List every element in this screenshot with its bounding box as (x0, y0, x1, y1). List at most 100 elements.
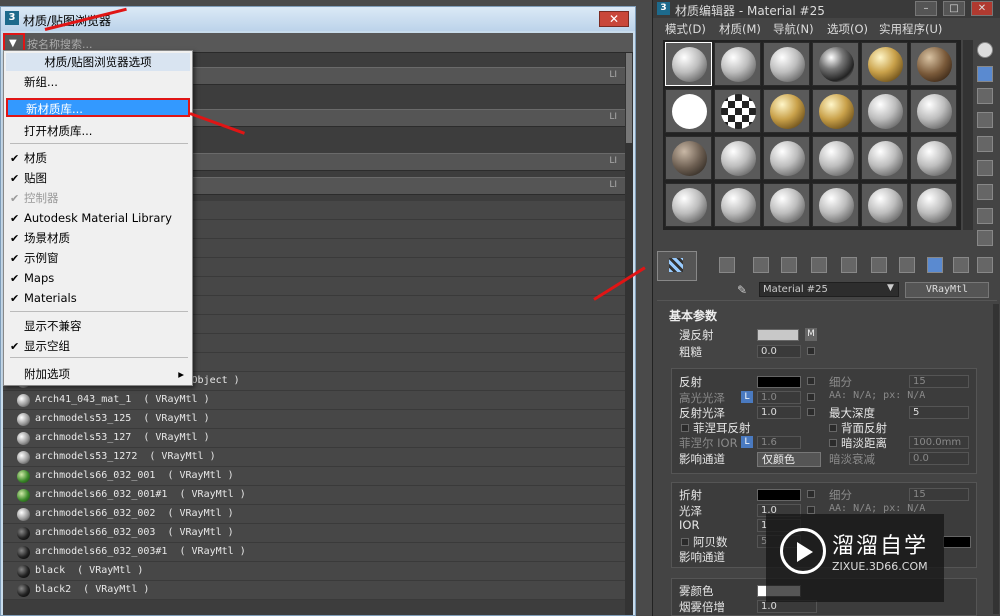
close-button[interactable]: ✕ (599, 11, 629, 27)
sample-slot[interactable] (763, 89, 810, 133)
menu-navigation[interactable]: 导航(N) (773, 21, 814, 37)
chevron-down-icon[interactable]: ▼ (887, 283, 894, 293)
fresnel-ior-spinner[interactable]: 1.6 (757, 436, 801, 449)
video-color-check-icon[interactable] (977, 136, 993, 152)
refr-subdivs-spinner[interactable]: 15 (909, 488, 969, 501)
menu-item[interactable]: ✔ 控制器 (6, 189, 190, 208)
sample-slot[interactable] (812, 42, 859, 86)
slots-scrollbar[interactable] (963, 40, 973, 230)
fresnel-lock-button[interactable]: L (741, 436, 753, 448)
put-to-scene-icon[interactable] (719, 257, 735, 273)
list-item[interactable]: Arch41_043_mat_1 ( VRayMtl ) (3, 391, 625, 410)
go-to-parent-icon[interactable] (953, 257, 969, 273)
sample-uv-tiling-icon[interactable] (977, 112, 993, 128)
sample-slot[interactable] (665, 183, 712, 227)
sample-slot[interactable] (910, 89, 957, 133)
list-item[interactable]: archmodels66_032_001#1 ( VRayMtl ) (3, 486, 625, 505)
sample-slot[interactable] (910, 183, 957, 227)
dim-distance-checkbox[interactable] (829, 439, 837, 447)
abbe-checkbox[interactable] (681, 538, 689, 546)
sample-slot[interactable] (812, 136, 859, 180)
menu-item[interactable]: 打开材质库... (6, 122, 190, 141)
copy-material-icon[interactable] (781, 257, 797, 273)
list-item[interactable]: archmodels66_032_003 ( VRayMtl ) (3, 524, 625, 543)
menu-item[interactable]: 显示不兼容 (6, 317, 190, 336)
max-depth-spinner[interactable]: 5 (909, 406, 969, 419)
sample-slot[interactable] (861, 136, 908, 180)
hilight-gloss-map-button[interactable] (807, 393, 815, 401)
reflect-map-button[interactable] (807, 377, 815, 385)
menu-item[interactable]: ✔ 示例窗 (6, 249, 190, 268)
sample-slot[interactable] (665, 136, 712, 180)
dim-falloff-spinner[interactable]: 0.0 (909, 452, 969, 465)
reset-map-icon[interactable] (753, 257, 769, 273)
menu-item[interactable]: ✔ Autodesk Material Library (6, 209, 190, 228)
minimize-button[interactable]: – (915, 1, 937, 16)
close-button[interactable]: ✕ (971, 1, 993, 16)
affect-channels-select[interactable]: 仅颜色 (757, 452, 821, 467)
sample-slot[interactable] (714, 89, 761, 133)
list-item[interactable]: archmodels53_1272 ( VRayMtl ) (3, 448, 625, 467)
material-id-icon[interactable] (871, 257, 887, 273)
subdivs-spinner[interactable]: 15 (909, 375, 969, 388)
put-to-library-icon[interactable] (841, 257, 857, 273)
menu-item[interactable]: 新组... (6, 73, 190, 92)
sample-slot[interactable] (714, 183, 761, 227)
sample-slot[interactable] (910, 42, 957, 86)
go-forward-sibling-icon[interactable] (977, 257, 993, 273)
sample-slot[interactable] (665, 89, 712, 133)
menu-item[interactable]: ✔ 材质 (6, 149, 190, 168)
sample-type-icon[interactable] (977, 42, 993, 58)
menu-item[interactable]: ✔ 显示空组 (6, 337, 190, 356)
sample-slot[interactable] (763, 136, 810, 180)
params-scrollbar[interactable] (993, 304, 999, 614)
background-icon[interactable] (977, 88, 993, 104)
make-preview-icon[interactable] (977, 160, 993, 176)
material-map-navigator-icon[interactable] (977, 230, 993, 246)
list-item[interactable]: archmodels66_032_003#1 ( VRayMtl ) (3, 543, 625, 562)
list-item[interactable]: black ( VRayMtl ) (3, 562, 625, 581)
menu-item[interactable]: 新材质库... (6, 98, 190, 117)
menu-item[interactable]: ✔ Maps (6, 269, 190, 288)
sample-slot[interactable] (714, 42, 761, 86)
diffuse-color-swatch[interactable] (757, 329, 799, 341)
sample-slot[interactable] (861, 42, 908, 86)
lock-button[interactable]: L (741, 391, 753, 403)
menu-item[interactable]: ✔ Materials (6, 289, 190, 308)
show-end-result-icon[interactable] (927, 257, 943, 273)
sample-slot[interactable] (714, 136, 761, 180)
list-item[interactable]: archmodels53_127 ( VRayMtl ) (3, 429, 625, 448)
show-shaded-icon[interactable] (899, 257, 915, 273)
menu-options[interactable]: 选项(O) (827, 21, 868, 37)
eyedropper-icon[interactable]: ✎ (737, 283, 747, 297)
rollout-basic-params[interactable]: 基本参数 (669, 307, 717, 324)
get-material-button[interactable] (657, 251, 697, 281)
scrollbar-thumb[interactable] (626, 53, 632, 143)
sample-slot[interactable] (665, 42, 712, 86)
list-item[interactable]: archmodels66_032_002 ( VRayMtl ) (3, 505, 625, 524)
sample-slot[interactable] (861, 89, 908, 133)
reflect-color-swatch[interactable] (757, 376, 801, 388)
fog-color-small-swatch[interactable] (943, 536, 971, 548)
list-item[interactable]: black2 ( VRayMtl ) (3, 581, 625, 600)
fresnel-checkbox[interactable] (681, 424, 689, 432)
options-icon[interactable] (977, 184, 993, 200)
refl-gloss-map-button[interactable] (807, 408, 815, 416)
backlight-icon[interactable] (977, 66, 993, 82)
sample-slot[interactable] (763, 183, 810, 227)
make-unique-icon[interactable] (811, 257, 827, 273)
menu-utilities[interactable]: 实用程序(U) (879, 21, 942, 37)
diffuse-map-button[interactable]: M (805, 328, 817, 341)
material-name-field[interactable]: Material #25 (759, 282, 899, 297)
sample-slot[interactable] (861, 183, 908, 227)
maximize-button[interactable]: □ (943, 1, 965, 16)
hilight-gloss-spinner[interactable]: 1.0 (757, 391, 801, 404)
menu-material[interactable]: 材质(M) (719, 21, 761, 37)
select-by-material-icon[interactable] (977, 208, 993, 224)
refl-gloss-spinner[interactable]: 1.0 (757, 406, 801, 419)
list-item[interactable]: archmodels53_125 ( VRayMtl ) (3, 410, 625, 429)
sample-slot[interactable] (812, 183, 859, 227)
refract-color-swatch[interactable] (757, 489, 801, 501)
menu-item[interactable]: 附加选项 ▸ (6, 365, 190, 384)
sample-slot[interactable] (910, 136, 957, 180)
